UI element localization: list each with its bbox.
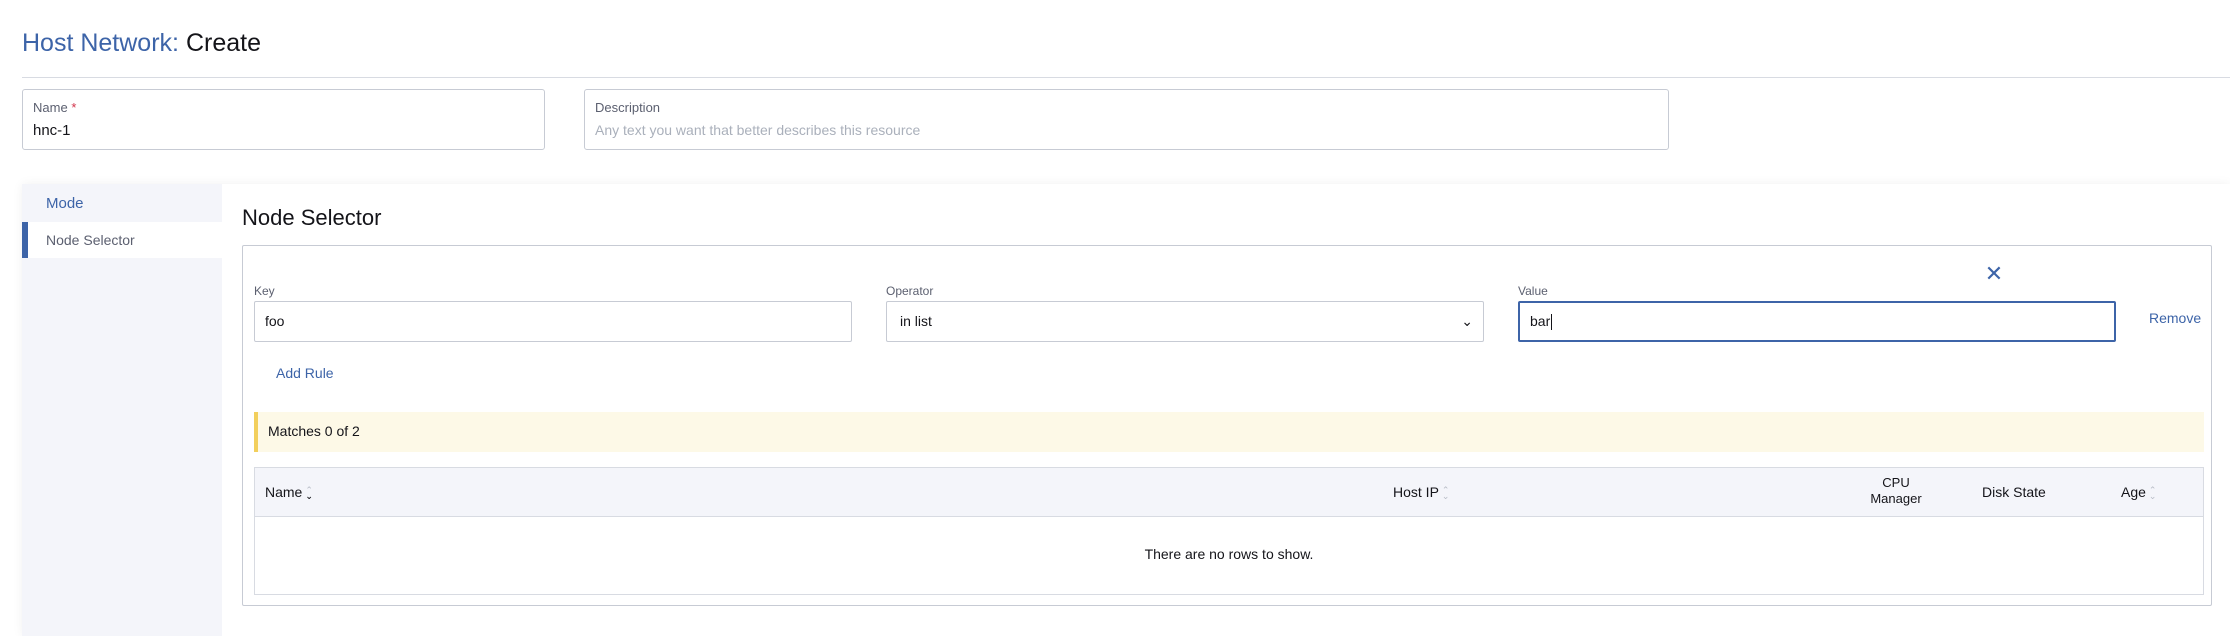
name-field[interactable]: Name * hnc-1 <box>22 89 545 150</box>
description-field[interactable]: Description Any text you want that bette… <box>584 89 1669 150</box>
sidebar-item-node-selector[interactable]: Node Selector <box>22 222 222 258</box>
table-header: Name ⌃ ⌄ Host IP ⌃ ⌄ CPU Manager Disk State … <box>255 468 2203 517</box>
key-input[interactable]: foo <box>254 301 852 342</box>
remove-rule-button[interactable]: Remove <box>2149 310 2201 326</box>
add-rule-button[interactable]: Add Rule <box>276 365 334 381</box>
key-input-value: foo <box>265 313 285 329</box>
chevron-down-icon: ⌄ <box>1461 313 1473 329</box>
name-label: Name * <box>33 100 77 115</box>
empty-table-message: There are no rows to show. <box>1144 546 1314 562</box>
matching-nodes-table: Name ⌃ ⌄ Host IP ⌃ ⌄ CPU Manager Disk State … <box>254 467 2204 595</box>
column-header-name[interactable]: Name ⌃ ⌄ <box>265 484 313 502</box>
column-header-cpu-manager: CPU Manager <box>1870 475 1922 506</box>
text-cursor <box>1551 314 1553 331</box>
section-title: Node Selector <box>242 205 382 230</box>
column-header-age[interactable]: Age ⌃ ⌄ <box>2121 484 2157 502</box>
match-banner: Matches 0 of 2 <box>254 412 2204 452</box>
name-value[interactable]: hnc-1 <box>33 122 71 139</box>
close-icon[interactable]: ✕ <box>1982 262 2006 286</box>
sidebar: Mode Node Selector <box>22 184 222 636</box>
operator-label: Operator <box>886 284 934 298</box>
page: Host Network: Create Name * hnc-1 Descri… <box>0 0 2230 636</box>
key-label: Key <box>254 284 275 298</box>
sort-icon: ⌃ ⌄ <box>305 485 313 502</box>
match-banner-text: Matches 0 of 2 <box>268 423 360 439</box>
value-input[interactable]: bar <box>1518 301 2116 342</box>
operator-select-value: in list <box>900 313 932 329</box>
sort-icon: ⌃ ⌄ <box>1441 485 1450 502</box>
operator-select[interactable]: in list ⌄ <box>886 301 1484 342</box>
column-header-disk-state: Disk State <box>1982 484 2046 500</box>
description-placeholder[interactable]: Any text you want that better describes … <box>595 122 920 138</box>
description-label: Description <box>595 100 661 115</box>
value-input-value: bar <box>1530 313 1551 329</box>
required-marker: * <box>71 100 77 115</box>
page-title: Host Network: Create <box>22 26 261 60</box>
sidebar-item-mode[interactable]: Mode <box>22 186 222 222</box>
page-title-prefix: Host Network: <box>22 29 179 57</box>
header-divider <box>22 77 2230 78</box>
page-title-action: Create <box>185 29 261 57</box>
sort-icon: ⌃ ⌄ <box>2148 485 2157 502</box>
value-label: Value <box>1518 284 1548 298</box>
tabbed-panel: Mode Node Selector Node Selector ✕ Key O… <box>22 184 2230 636</box>
column-header-host-ip[interactable]: Host IP ⌃ ⌄ <box>1393 484 1450 502</box>
